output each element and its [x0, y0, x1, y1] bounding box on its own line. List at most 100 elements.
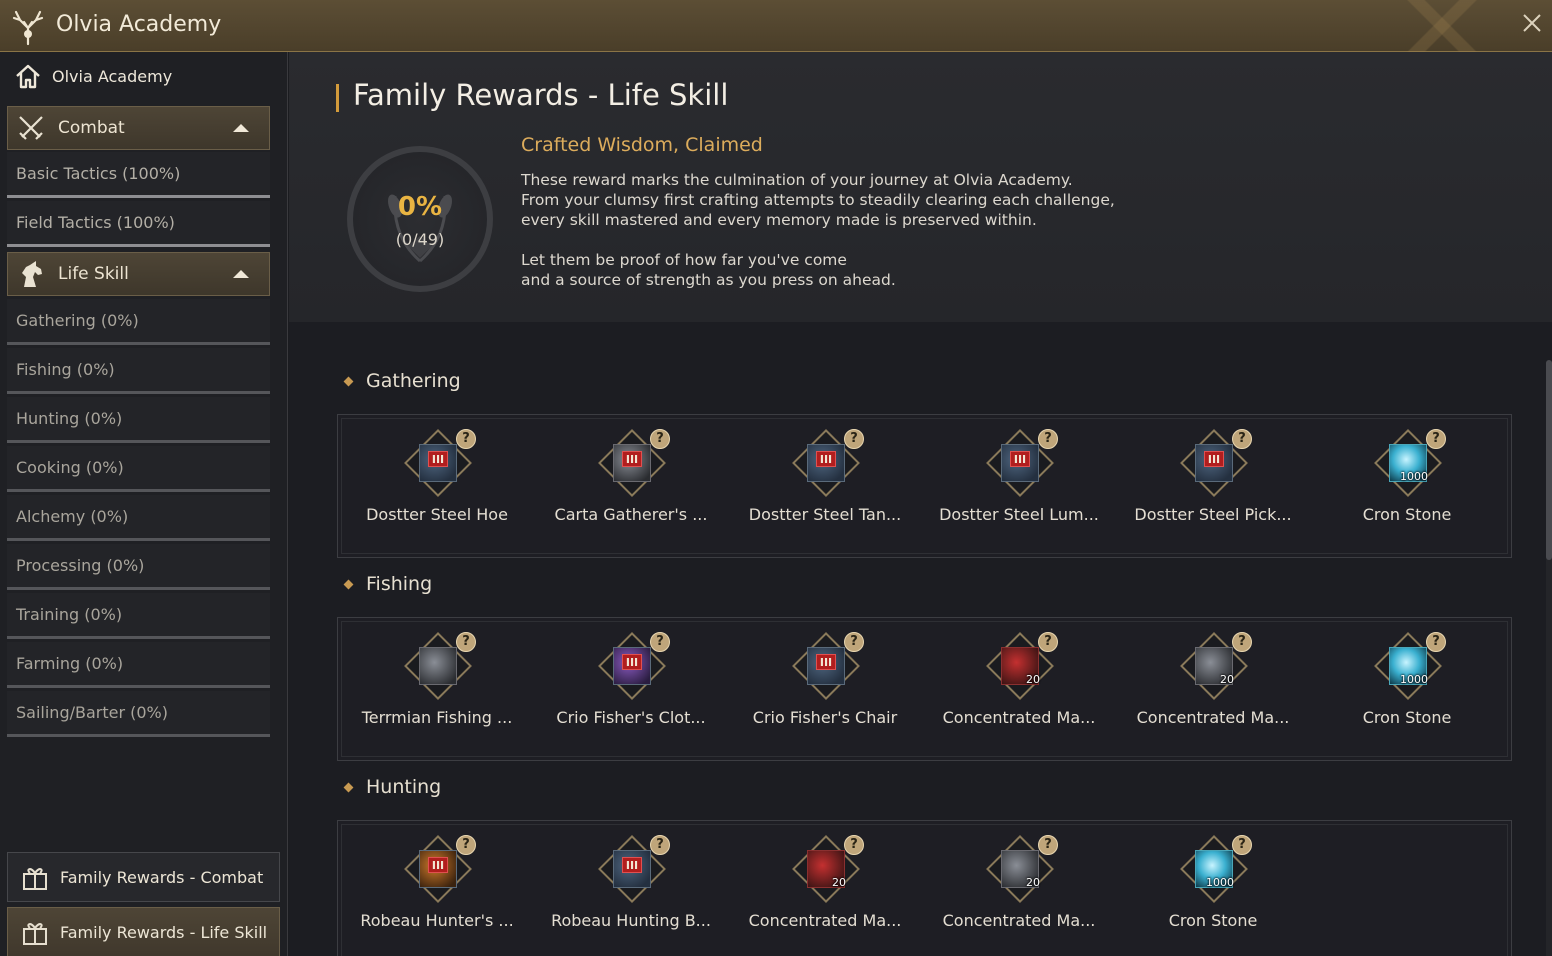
reward-item-icon[interactable]: 20?	[986, 632, 1058, 700]
gift-icon	[23, 868, 47, 890]
reward-item-icon[interactable]: III?	[792, 429, 864, 497]
help-icon[interactable]: ?	[456, 632, 476, 652]
sidebar-item-processing[interactable]: Processing (0%)	[7, 544, 270, 590]
help-icon[interactable]: ?	[844, 429, 864, 449]
reward-item-icon[interactable]: III?	[404, 835, 476, 903]
reward-item[interactable]: 20? Concentrated Ma...	[922, 835, 1116, 955]
reward-item[interactable]: 20? Concentrated Ma...	[922, 632, 1116, 752]
reward-item-icon[interactable]: 20?	[792, 835, 864, 903]
reward-item[interactable]: III? Robeau Hunter's ...	[340, 835, 534, 955]
reward-item[interactable]: III? Robeau Hunting B...	[534, 835, 728, 955]
close-icon	[1523, 14, 1541, 32]
reward-item[interactable]: 1000? Cron Stone	[1310, 429, 1504, 549]
sidebar-item-basic-tactics[interactable]: Basic Tactics (100%)	[7, 152, 270, 198]
help-icon[interactable]: ?	[844, 632, 864, 652]
reward-item[interactable]: III? Dostter Steel Hoe	[340, 429, 534, 549]
home-icon	[16, 64, 40, 89]
reward-item-name: Dostter Steel Lum...	[939, 505, 1099, 524]
sidebar-category-life-skill[interactable]: Life Skill	[7, 252, 270, 296]
help-icon[interactable]: ?	[844, 835, 864, 855]
page-title: Family Rewards - Life Skill	[353, 78, 729, 112]
sidebar-item-hunting[interactable]: Hunting (0%)	[7, 397, 270, 443]
reward-item[interactable]: III? Dostter Steel Pick...	[1116, 429, 1310, 549]
main-panel: Family Rewards - Life Skill 0% (0/49) Cr…	[289, 52, 1552, 956]
reward-item-grid: III? Dostter Steel Hoe III? Carta Gatherer'…	[337, 414, 1512, 558]
title-bar: Olvia Academy	[0, 0, 1552, 52]
sidebar-category-combat[interactable]: Combat	[7, 106, 270, 150]
reward-item-icon[interactable]: III?	[986, 429, 1058, 497]
reward-item-icon[interactable]: ?	[404, 632, 476, 700]
item-grade-badge: III	[622, 654, 642, 670]
reward-item[interactable]: III? Crio Fisher's Chair	[728, 632, 922, 752]
sidebar-item-sailing-barter[interactable]: Sailing/Barter (0%)	[7, 691, 270, 737]
reward-item-icon[interactable]: III?	[404, 429, 476, 497]
reward-item-name: Cron Stone	[1362, 505, 1452, 524]
sidebar-item-farming[interactable]: Farming (0%)	[7, 642, 270, 688]
close-button[interactable]	[1518, 12, 1546, 40]
reward-item-name: Dostter Steel Pick...	[1134, 505, 1292, 524]
reward-item-icon[interactable]: 1000?	[1180, 835, 1252, 903]
section-header: Gathering	[343, 368, 461, 394]
item-grade-badge: III	[1204, 451, 1224, 467]
help-icon[interactable]: ?	[1038, 429, 1058, 449]
reward-item-icon[interactable]: III?	[598, 835, 670, 903]
item-quantity: 20	[832, 876, 846, 889]
reward-item-name: Robeau Hunter's ...	[360, 911, 514, 930]
reward-item[interactable]: 20? Concentrated Ma...	[1116, 632, 1310, 752]
help-icon[interactable]: ?	[650, 835, 670, 855]
reward-item[interactable]: III? Dostter Steel Tan...	[728, 429, 922, 549]
help-icon[interactable]: ?	[650, 632, 670, 652]
family-rewards-combat-button[interactable]: Family Rewards - Combat	[7, 852, 280, 902]
section-title: Gathering	[366, 370, 461, 392]
reward-item[interactable]: III? Carta Gatherer's ...	[534, 429, 728, 549]
reward-item[interactable]: 1000? Cron Stone	[1116, 835, 1310, 955]
reward-item-icon[interactable]: III?	[792, 632, 864, 700]
help-icon[interactable]: ?	[456, 429, 476, 449]
help-icon[interactable]: ?	[1232, 835, 1252, 855]
reward-item-icon[interactable]: 1000?	[1374, 429, 1446, 497]
reward-item[interactable]: III? Crio Fisher's Clot...	[534, 632, 728, 752]
help-icon[interactable]: ?	[1038, 632, 1058, 652]
chevron-up-icon	[233, 270, 249, 278]
sidebar-item-field-tactics[interactable]: Field Tactics (100%)	[7, 201, 270, 247]
help-icon[interactable]: ?	[1232, 632, 1252, 652]
reward-item[interactable]: 1000? Cron Stone	[1310, 632, 1504, 752]
progress-percent: 0%	[397, 192, 443, 222]
reward-item-icon[interactable]: III?	[598, 632, 670, 700]
help-icon[interactable]: ?	[1232, 429, 1252, 449]
category-label: Combat	[58, 118, 125, 138]
sidebar-item-fishing[interactable]: Fishing (0%)	[7, 348, 270, 394]
reward-item-name: Dostter Steel Hoe	[366, 505, 508, 524]
reward-item[interactable]: 20? Concentrated Ma...	[728, 835, 922, 955]
sidebar-home-label: Olvia Academy	[52, 66, 173, 86]
help-icon[interactable]: ?	[1426, 429, 1446, 449]
diamond-bullet-icon	[343, 579, 354, 589]
reward-item[interactable]: III? Dostter Steel Lum...	[922, 429, 1116, 549]
help-icon[interactable]: ?	[1038, 835, 1058, 855]
help-icon[interactable]: ?	[1426, 632, 1446, 652]
sidebar-item-gathering[interactable]: Gathering (0%)	[7, 299, 270, 345]
family-rewards-combat-label: Family Rewards - Combat	[60, 867, 264, 887]
sidebar-item-home[interactable]: Olvia Academy	[0, 52, 288, 100]
deer-antler-icon	[12, 10, 44, 46]
sidebar-item-alchemy[interactable]: Alchemy (0%)	[7, 495, 270, 541]
reward-item-name: Cron Stone	[1168, 911, 1258, 930]
family-rewards-life-skill-button[interactable]: Family Rewards - Life Skill	[7, 907, 280, 956]
reward-item-icon[interactable]: 20?	[986, 835, 1058, 903]
gift-icon	[23, 923, 47, 945]
reward-item-icon[interactable]: 20?	[1180, 632, 1252, 700]
reward-item-icon[interactable]: III?	[598, 429, 670, 497]
help-icon[interactable]: ?	[456, 835, 476, 855]
progress-ring: 0% (0/49)	[347, 146, 493, 292]
scrollbar-thumb[interactable]	[1546, 360, 1552, 560]
reward-item-icon[interactable]: 1000?	[1374, 632, 1446, 700]
reward-item[interactable]: ? Terrmian Fishing ...	[340, 632, 534, 752]
reward-item-name: Concentrated Ma...	[942, 708, 1096, 727]
diamond-bullet-icon	[343, 782, 354, 792]
help-icon[interactable]: ?	[650, 429, 670, 449]
sidebar-item-cooking[interactable]: Cooking (0%)	[7, 446, 270, 492]
item-grade-badge: III	[622, 857, 642, 873]
reward-item-icon[interactable]: III?	[1180, 429, 1252, 497]
item-quantity: 20	[1026, 876, 1040, 889]
sidebar-item-training[interactable]: Training (0%)	[7, 593, 270, 639]
